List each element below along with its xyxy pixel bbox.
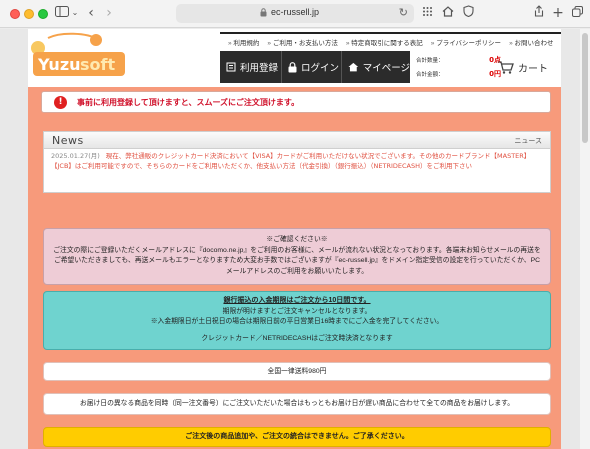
forward-arrow-icon[interactable]: ›: [102, 5, 116, 21]
back-arrow-icon[interactable]: ‹: [84, 5, 98, 21]
shipping-text: 全国一律送料980円: [267, 368, 327, 375]
cart-label: カート: [518, 63, 548, 75]
news-header: News ニュース: [44, 132, 550, 149]
sidebar-toggle-icon[interactable]: [54, 5, 70, 21]
nav-payment-link[interactable]: ご利用・お支払い方法: [267, 37, 338, 47]
news-title-jp: ニュース: [514, 137, 542, 145]
home-icon: [348, 62, 359, 72]
zoom-window-button[interactable]: [38, 9, 48, 19]
site-header: Yuzu soft 利用規約 ご利用・お支払い方法 特定商取引に関する表記 プラ…: [28, 29, 561, 87]
alert-icon: !: [54, 95, 67, 109]
cart-total-label: 合計金額：: [416, 72, 444, 78]
svg-text:Yuzu: Yuzu: [37, 55, 81, 74]
news-title: News: [52, 134, 84, 147]
minimize-window-button[interactable]: [24, 9, 34, 19]
docomo-notice-title: ※ご確認ください※: [266, 236, 328, 243]
chevron-down-icon[interactable]: ⌄: [70, 5, 80, 21]
login-label: ログイン: [301, 63, 340, 74]
nav-contact-link[interactable]: お問い合わせ: [509, 37, 553, 47]
share-icon[interactable]: [533, 5, 545, 21]
nav-privacy-link[interactable]: プライバシーポリシー: [431, 37, 501, 47]
cart-icon: [498, 60, 514, 74]
login-button[interactable]: ログイン: [282, 51, 342, 83]
docomo-notice-box: ※ご確認ください※ ご注文の際にご登録いただくメールアドレスに『docomo.n…: [43, 228, 551, 285]
warning-box: ご注文後の商品追加や、ご注文の統合はできません。ご了承ください。: [43, 427, 551, 447]
web-page: Yuzu soft 利用規約 ご利用・お支払い方法 特定商取引に関する表記 プラ…: [0, 29, 590, 449]
docomo-notice-text: ご注文の際にご登録いただくメールアドレスに『docomo.ne.jp』をご利用の…: [53, 246, 541, 275]
header-nav: 利用規約 ご利用・お支払い方法 特定商取引に関する表記 プライバシーポリシー お…: [220, 32, 561, 50]
register-notice: ! 事前に利用登録して頂けますと、スムーズにご注文頂けます。: [41, 91, 551, 113]
reload-icon[interactable]: ↻: [399, 6, 408, 19]
account-bar: 利用登録 ログイン マイページ: [220, 51, 410, 83]
yuzusoft-logo[interactable]: Yuzu soft: [30, 32, 128, 80]
tab-overview-icon[interactable]: [570, 5, 584, 21]
site-container: Yuzu soft 利用規約 ご利用・お支払い方法 特定商取引に関する表記 プラ…: [28, 29, 561, 449]
home-icon[interactable]: [441, 5, 455, 21]
shipping-box: 全国一律送料980円: [43, 362, 551, 381]
new-tab-icon[interactable]: +: [552, 5, 564, 21]
bank-transfer-line3: クレジットカード／NETRIDECASHはご注文時決済となります: [201, 334, 393, 342]
news-date: 2025.01.27(月): [51, 152, 100, 160]
bundle-box: お届け日の異なる商品を同時（同一注文番号）にご注文いただいた場合はもっともお届け…: [43, 393, 551, 415]
register-icon: [226, 62, 236, 72]
mypage-label: マイページ: [362, 63, 410, 74]
page-scrollbar-thumb[interactable]: [582, 33, 588, 143]
address-bar[interactable]: ec-russell.jp ↻: [176, 4, 414, 23]
close-window-button[interactable]: [10, 9, 20, 19]
news-panel: News ニュース 2025.01.27(月) 現在、弊社通販のクレジットカード決…: [43, 131, 551, 193]
nav-terms-link[interactable]: 利用規約: [228, 37, 259, 47]
bundle-text: お届け日の異なる商品を同時（同一注文番号）にご注文いただいた場合はもっともお届け…: [79, 400, 515, 407]
news-item[interactable]: 2025.01.27(月) 現在、弊社通販のクレジットカード決済において【VISA…: [44, 149, 550, 174]
register-label: 利用登録: [240, 63, 279, 74]
cart-summary: 合計数量： 0点 合計金額： 0円: [413, 51, 503, 83]
mypage-button[interactable]: マイページ: [342, 51, 410, 83]
svg-text:soft: soft: [80, 55, 115, 74]
bank-transfer-box: 銀行振込の入金期限はご注文から10日間です。 期限が明けますとご注文キャンセルと…: [43, 291, 551, 350]
url-text: ec-russell.jp: [270, 7, 319, 17]
lock-icon: [288, 61, 297, 72]
cart-count-label: 合計数量：: [416, 58, 444, 64]
bank-transfer-line1: 期限が明けますとご注文キャンセルとなります。: [222, 307, 372, 315]
nav-tokusho-link[interactable]: 特定商取引に関する表記: [346, 37, 423, 47]
register-button[interactable]: 利用登録: [220, 51, 282, 83]
shield-icon[interactable]: [461, 5, 475, 21]
register-notice-text: 事前に利用登録して頂けますと、スムーズにご注文頂けます。: [77, 97, 300, 107]
warning-text: ご注文後の商品追加や、ご注文の統合はできません。ご了承ください。: [185, 433, 409, 440]
news-text: 現在、弊社通販のクレジットカード決済において【VISA】カードがご利用いただけな…: [51, 152, 531, 170]
bank-transfer-title: 銀行振込の入金期限はご注文から10日間です。: [223, 297, 371, 304]
grid-icon[interactable]: [420, 5, 434, 21]
cart-button[interactable]: カート: [498, 53, 560, 81]
browser-toolbar: ⌄ ‹ › ec-russell.jp ↻ +: [0, 0, 590, 28]
bank-transfer-line2: ※入金期限日が土日祝日の場合は期限日前の平日営業日16時までにご入金を完了してく…: [150, 318, 444, 325]
